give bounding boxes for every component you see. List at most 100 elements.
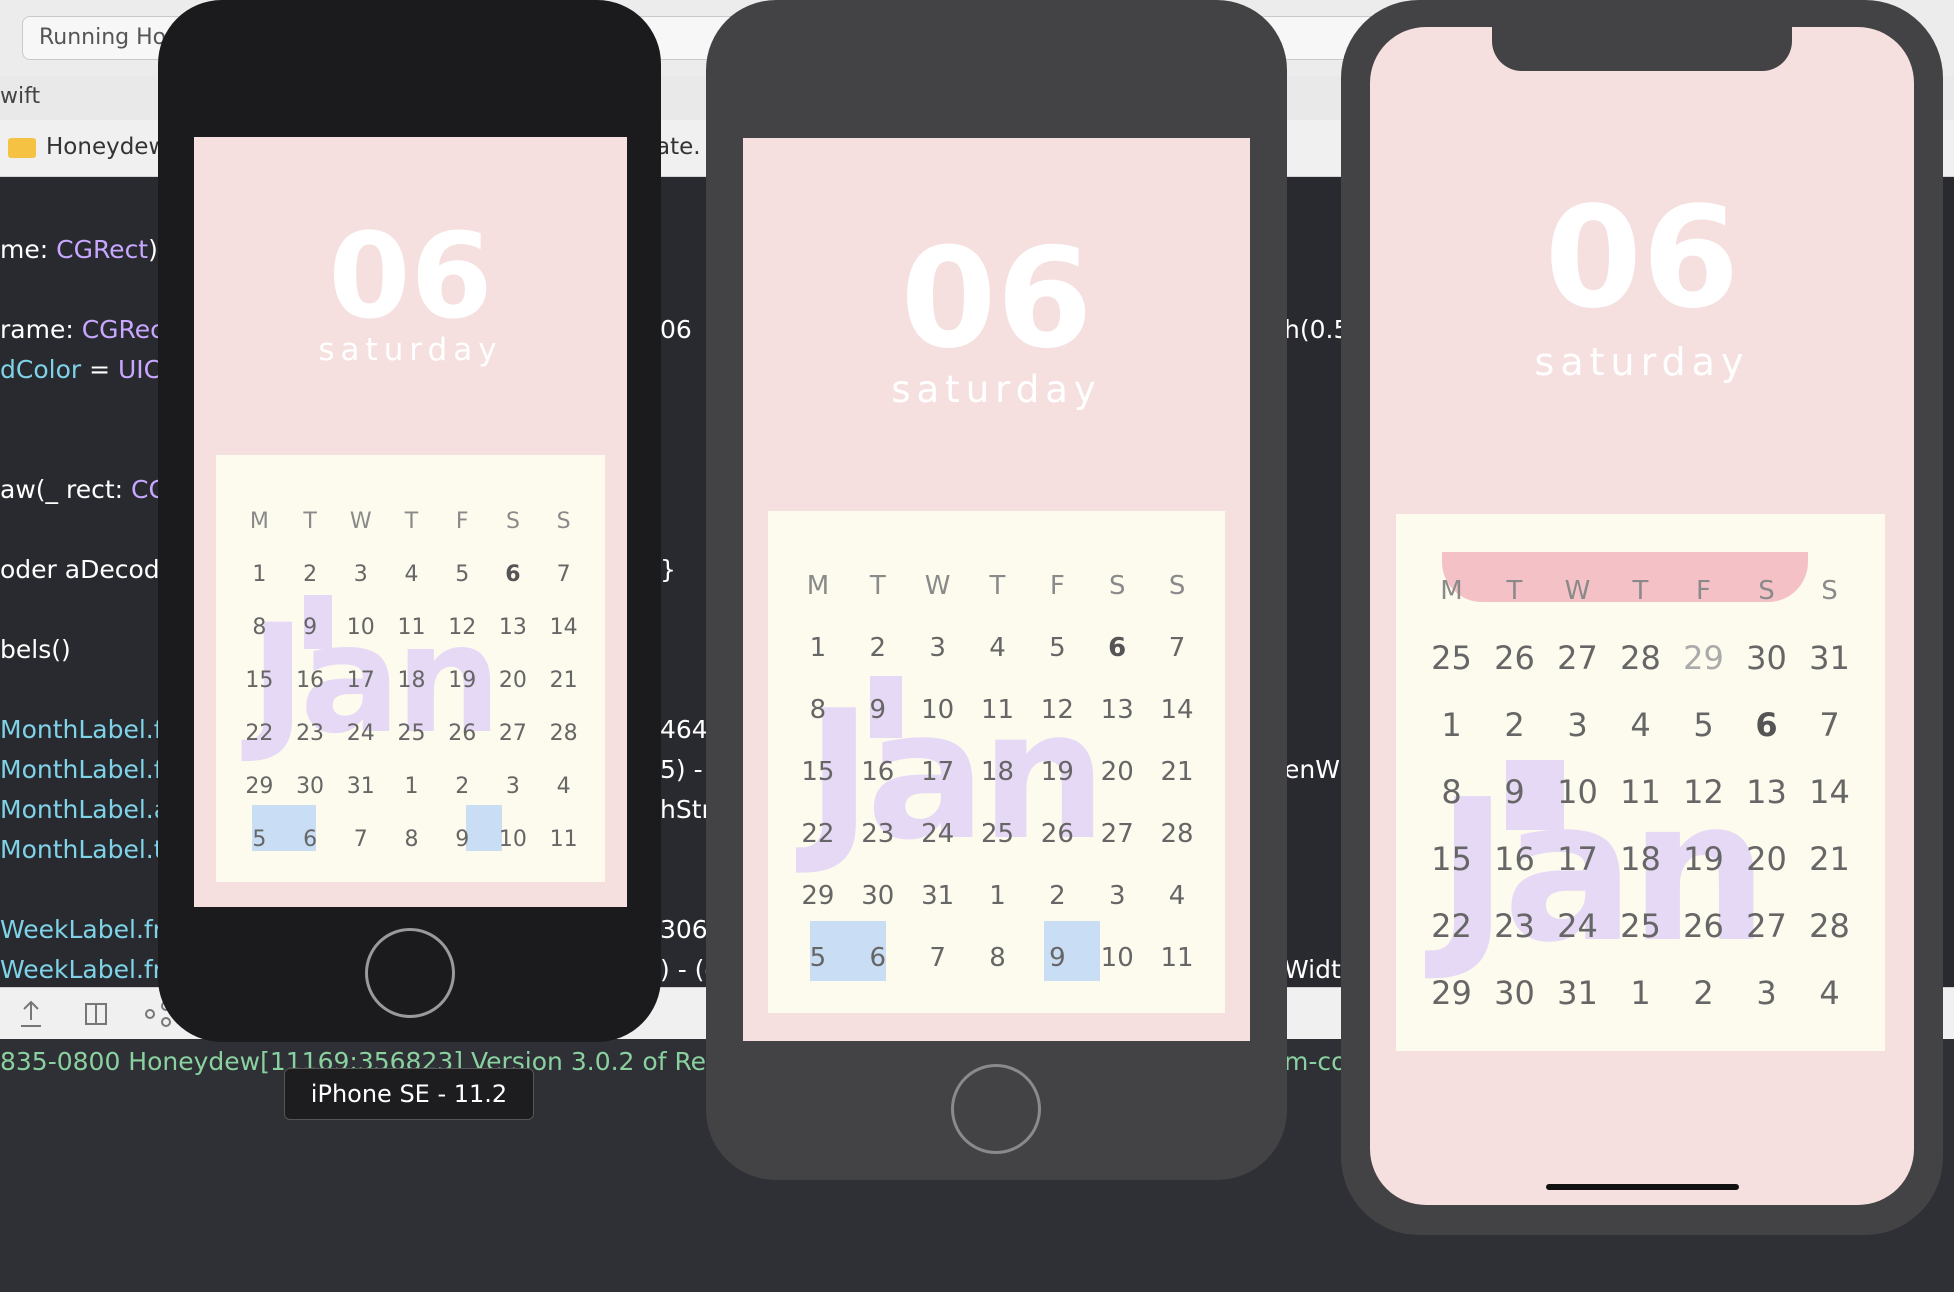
day-cell[interactable]: 9 [1483, 759, 1546, 826]
day-cell[interactable]: 14 [1147, 679, 1207, 741]
day-cell[interactable]: 5 [437, 548, 488, 601]
day-cell[interactable]: 17 [1546, 826, 1609, 893]
day-cell[interactable]: 7 [538, 548, 589, 601]
day-cell[interactable]: 1 [1420, 692, 1483, 759]
day-cell[interactable]: 9 [437, 813, 488, 866]
day-cell[interactable]: 7 [335, 813, 386, 866]
day-cell[interactable]: 2 [285, 548, 336, 601]
home-button[interactable] [951, 1064, 1041, 1154]
day-cell[interactable]: 7 [1798, 692, 1861, 759]
day-cell[interactable]: 15 [788, 741, 848, 803]
day-cell[interactable]: 27 [1735, 893, 1798, 960]
day-cell[interactable]: 28 [538, 707, 589, 760]
day-cell[interactable]: 21 [1798, 826, 1861, 893]
day-cell[interactable]: 1 [788, 617, 848, 679]
day-cell[interactable]: 18 [1609, 826, 1672, 893]
day-cell[interactable]: 15 [234, 654, 285, 707]
day-cell[interactable]: 1 [234, 548, 285, 601]
day-cell[interactable]: 26 [1483, 625, 1546, 692]
day-cell[interactable]: 4 [1147, 865, 1207, 927]
day-cell[interactable]: 11 [386, 601, 437, 654]
day-cell[interactable]: 31 [908, 865, 968, 927]
day-cell[interactable]: 28 [1798, 893, 1861, 960]
day-cell[interactable]: 1 [386, 760, 437, 813]
day-cell[interactable]: 24 [1546, 893, 1609, 960]
jump-bar-file[interactable]: ate. [656, 134, 701, 160]
day-cell[interactable]: 3 [1087, 865, 1147, 927]
day-cell[interactable]: 25 [968, 803, 1028, 865]
day-cell[interactable]: 31 [1546, 960, 1609, 1027]
editor-tab-label[interactable]: wift [0, 84, 40, 109]
day-cell[interactable]: 26 [437, 707, 488, 760]
day-cell[interactable]: 30 [1735, 625, 1798, 692]
day-cell[interactable]: 14 [1798, 759, 1861, 826]
day-cell[interactable]: 25 [386, 707, 437, 760]
day-cell[interactable]: 23 [285, 707, 336, 760]
day-cell[interactable]: 3 [1546, 692, 1609, 759]
day-cell[interactable]: 26 [1027, 803, 1087, 865]
day-cell[interactable]: 30 [1483, 960, 1546, 1027]
day-cell[interactable]: 1 [968, 865, 1028, 927]
day-cell[interactable]: 2 [437, 760, 488, 813]
day-cell[interactable]: 4 [386, 548, 437, 601]
day-cell[interactable]: 9 [848, 679, 908, 741]
day-cell[interactable]: 29 [1672, 625, 1735, 692]
day-cell[interactable]: 4 [1609, 692, 1672, 759]
jump-bar-folder[interactable]: Honeydew [46, 134, 167, 160]
day-cell[interactable]: 31 [335, 760, 386, 813]
day-cell[interactable]: 13 [488, 601, 539, 654]
day-cell[interactable]: 11 [968, 679, 1028, 741]
home-indicator[interactable] [1546, 1184, 1739, 1190]
day-cell[interactable]: 20 [1087, 741, 1147, 803]
day-cell[interactable]: 2 [1027, 865, 1087, 927]
day-cell[interactable]: 10 [488, 813, 539, 866]
day-cell[interactable]: 23 [1483, 893, 1546, 960]
day-cell[interactable]: 16 [848, 741, 908, 803]
day-cell[interactable]: 5 [234, 813, 285, 866]
device-screen[interactable]: 06 saturday Jan M T W T F S S 25 26 27 28 29 30 31 1 2 3… [1370, 27, 1914, 1205]
day-cell[interactable]: 28 [1147, 803, 1207, 865]
day-cell[interactable]: 12 [437, 601, 488, 654]
day-cell[interactable]: 22 [1420, 893, 1483, 960]
day-cell[interactable]: 20 [1735, 826, 1798, 893]
day-cell[interactable]: 25 [1420, 625, 1483, 692]
day-cell[interactable]: 9 [1027, 927, 1087, 989]
day-cell[interactable]: 19 [437, 654, 488, 707]
day-cell[interactable]: 12 [1027, 679, 1087, 741]
day-cell[interactable]: 29 [234, 760, 285, 813]
day-cell[interactable]: 15 [1420, 826, 1483, 893]
day-cell[interactable]: 21 [538, 654, 589, 707]
home-button[interactable] [365, 928, 455, 1018]
day-cell[interactable]: 7 [1147, 617, 1207, 679]
day-cell[interactable]: 10 [1546, 759, 1609, 826]
day-cell[interactable]: 2 [1483, 692, 1546, 759]
day-cell[interactable]: 16 [285, 654, 336, 707]
day-cell[interactable]: 12 [1672, 759, 1735, 826]
day-cell[interactable]: 18 [968, 741, 1028, 803]
day-cell[interactable]: 20 [488, 654, 539, 707]
day-cell[interactable]: 1 [1609, 960, 1672, 1027]
view-debugger-icon[interactable] [82, 1000, 110, 1028]
day-cell[interactable]: 6 [848, 927, 908, 989]
day-cell[interactable]: 27 [1546, 625, 1609, 692]
day-cell[interactable]: 8 [1420, 759, 1483, 826]
day-cell[interactable]: 14 [538, 601, 589, 654]
day-cell[interactable]: 8 [234, 601, 285, 654]
day-cell[interactable]: 5 [1027, 617, 1087, 679]
day-cell[interactable]: 2 [1672, 960, 1735, 1027]
day-cell[interactable]: 27 [488, 707, 539, 760]
day-cell[interactable]: 25 [1609, 893, 1672, 960]
day-cell[interactable]: 3 [1735, 960, 1798, 1027]
day-cell[interactable]: 8 [968, 927, 1028, 989]
day-cell[interactable]: 6 [488, 548, 539, 601]
day-cell[interactable]: 7 [908, 927, 968, 989]
day-cell[interactable]: 5 [1672, 692, 1735, 759]
day-cell[interactable]: 11 [538, 813, 589, 866]
day-cell[interactable]: 9 [285, 601, 336, 654]
device-screen[interactable]: 06 saturday Jan M T W T F S S 1 2 3 4 5 6 7 8 9 10 11 12 13… [743, 138, 1250, 1041]
day-cell[interactable]: 18 [386, 654, 437, 707]
day-cell[interactable]: 29 [788, 865, 848, 927]
day-cell[interactable]: 16 [1483, 826, 1546, 893]
iphone-x-simulator[interactable]: 06 saturday Jan M T W T F S S 25 26 27 28 29 30 31 1 2 3… [1341, 0, 1943, 1235]
share-icon[interactable] [18, 1000, 44, 1028]
